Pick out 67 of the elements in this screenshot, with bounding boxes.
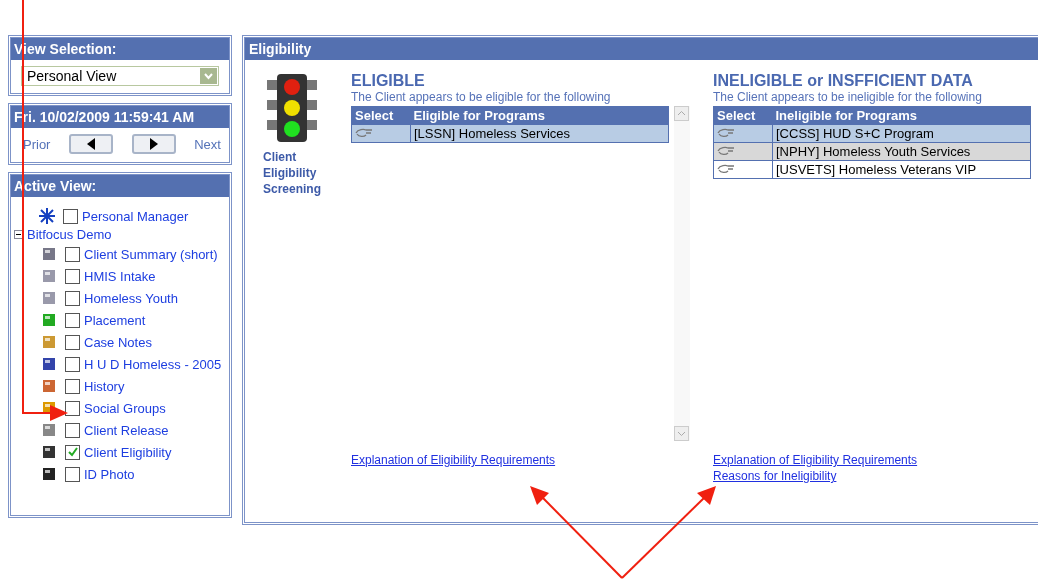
column-header: Eligible for Programs (410, 106, 669, 125)
module-icon (41, 246, 57, 262)
tree-item[interactable]: HMIS Intake (84, 268, 156, 284)
module-icon (41, 290, 57, 306)
module-icon (41, 268, 57, 284)
program-cell: [CCSS] HUD S+C Program (772, 124, 1031, 143)
checkbox[interactable] (65, 466, 80, 482)
column-header: Ineligible for Programs (772, 106, 1031, 125)
checkbox[interactable] (65, 334, 80, 350)
section-subtitle: The Client appears to be eligible for the following (351, 90, 612, 104)
screening-caption: Client Eligibility Screening (263, 149, 323, 197)
tree-item[interactable]: Placement (84, 312, 146, 328)
checkbox[interactable] (65, 378, 80, 394)
module-icon (41, 356, 57, 372)
tree-item[interactable]: Client Eligibility (84, 444, 172, 460)
program-cell: [LSSN] Homeless Services (410, 124, 669, 143)
pointing-hand-icon[interactable] (717, 128, 735, 138)
tree-item[interactable]: H U D Homeless - 2005 (84, 356, 222, 372)
section-subtitle: The Client appears to be ineligible for the following (713, 90, 983, 104)
collapse-icon[interactable] (14, 229, 23, 239)
program-row[interactable]: [LSSN] Homeless Services (351, 124, 669, 143)
tree-item[interactable]: Personal Manager (82, 208, 189, 224)
checkbox[interactable] (65, 356, 80, 372)
module-icon (41, 444, 57, 460)
module-icon (41, 466, 57, 482)
section-heading: INELIGIBLE or INSFFICIENT DATA (713, 72, 974, 90)
tree-item[interactable]: Client Release (84, 422, 169, 438)
prior-link[interactable]: Prior (23, 136, 51, 152)
view-dropdown[interactable]: Personal View (21, 66, 219, 86)
tree-group[interactable]: Bitfocus Demo (27, 226, 112, 242)
next-button[interactable] (131, 134, 176, 154)
pointing-hand-icon[interactable] (717, 164, 735, 174)
module-icon (41, 334, 57, 350)
checkbox[interactable] (63, 208, 78, 224)
tree-item[interactable]: Case Notes (84, 334, 152, 350)
requirements-link[interactable]: Explanation of Eligibility Requirements (351, 453, 691, 467)
checkbox[interactable] (65, 246, 80, 262)
tree-item[interactable]: Client Summary (short) (84, 246, 218, 262)
tree-item[interactable]: ID Photo (84, 466, 135, 482)
module-icon (41, 422, 57, 438)
pointing-hand-icon[interactable] (717, 146, 735, 156)
checkbox[interactable] (65, 312, 80, 328)
tree-item[interactable]: Homeless Youth (84, 290, 178, 306)
requirements-link[interactable]: Explanation of Eligibility Requirements (713, 453, 1033, 467)
program-row[interactable]: [NPHY] Homeless Youth Services (713, 142, 1031, 161)
left-arrow-icon (87, 138, 96, 150)
section-heading: ELIGIBLE (351, 72, 426, 90)
column-header: Select (351, 106, 411, 125)
checkbox[interactable] (65, 422, 80, 438)
column-header: Select (713, 106, 773, 125)
pointing-hand-icon[interactable] (355, 128, 373, 138)
panel-title: Eligibility (245, 38, 1038, 60)
checkbox[interactable] (65, 268, 80, 284)
requirements-link[interactable]: Reasons for Ineligibility (713, 469, 1033, 483)
module-icon (41, 312, 57, 328)
tree-item[interactable]: History (84, 378, 125, 394)
checkbox[interactable] (65, 444, 80, 460)
checkbox[interactable] (65, 290, 80, 306)
program-row[interactable]: [CCSS] HUD S+C Program (713, 124, 1031, 143)
module-icon (41, 378, 57, 394)
right-arrow-icon (149, 138, 158, 150)
checkbox[interactable] (65, 400, 80, 416)
next-link[interactable]: Next (194, 136, 221, 152)
star-icon (39, 208, 55, 224)
program-row[interactable]: [USVETS] Homeless Veterans VIP (713, 160, 1031, 179)
tree-item[interactable]: Social Groups (84, 400, 166, 416)
prior-button[interactable] (69, 134, 114, 154)
